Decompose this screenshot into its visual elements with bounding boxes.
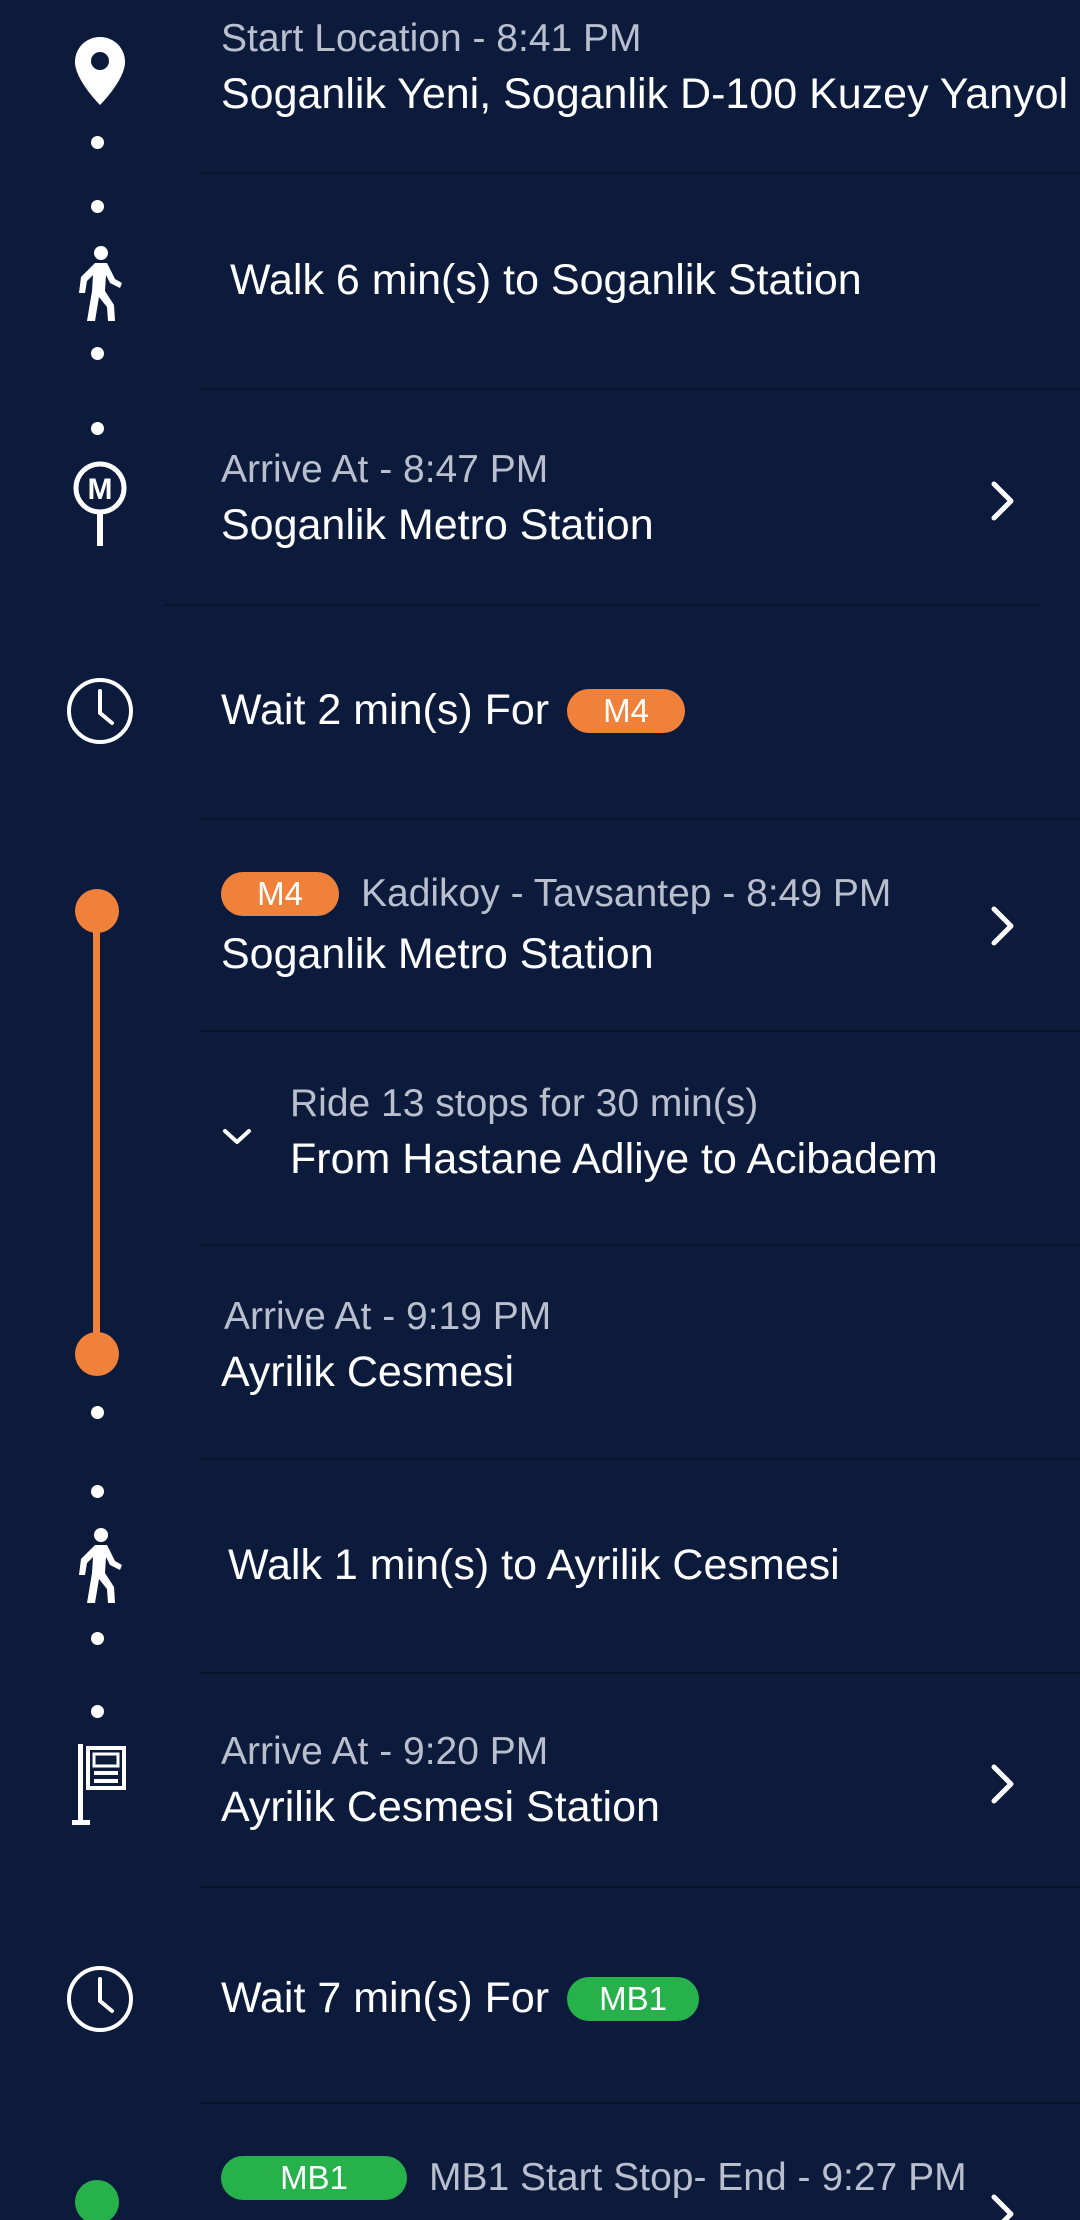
timeline-dot <box>91 1705 104 1718</box>
bus-stop-icon <box>55 1740 145 1826</box>
walking-person-icon <box>55 244 145 324</box>
svg-text:M: M <box>88 473 113 506</box>
location-pin-icon <box>55 30 145 112</box>
route-direction-time: Kadikoy - Tavsantep - 8:49 PM <box>361 872 892 915</box>
timeline-dot <box>91 347 104 360</box>
timeline-dot <box>91 1406 104 1419</box>
ride-from-to: From Hastane Adliye to Acibadem <box>290 1135 938 1183</box>
timeline-dot <box>91 1632 104 1645</box>
station-name: Ayrilik Cesmesi <box>221 1348 515 1396</box>
line-badge-mb1: MB1 <box>567 1976 700 2021</box>
line-badge-m4: M4 <box>221 872 339 916</box>
step-start-location: Start Location - 8:41 PM Soganlik Yeni, … <box>0 0 1080 172</box>
wait-text: Wait 7 min(s) For <box>221 1974 550 2022</box>
step-walk-to-station: Walk 6 min(s) to Soganlik Station <box>0 174 1080 388</box>
chevron-right-icon[interactable] <box>985 904 1021 948</box>
metro-station-icon: M <box>55 460 145 548</box>
station-name: Soganlik Metro Station <box>221 930 654 978</box>
start-location-time: Start Location - 8:41 PM <box>221 17 642 60</box>
step-arrive-ayrilik: Arrive At - 9:19 PM Ayrilik Cesmesi <box>0 1246 1080 1458</box>
chevron-right-icon[interactable] <box>985 2192 1021 2220</box>
route-steps-screen: Start Location - 8:41 PM Soganlik Yeni, … <box>0 0 1080 2220</box>
step-ride-stops[interactable]: Ride 13 stops for 30 min(s) From Hastane… <box>0 1032 1080 1244</box>
ride-summary: Ride 13 stops for 30 min(s) <box>290 1082 759 1125</box>
timeline-dot <box>91 1485 104 1498</box>
step-arrive-metro-station[interactable]: M Arrive At - 8:47 PM Soganlik Metro Sta… <box>0 390 1080 604</box>
timeline-dot <box>91 200 104 213</box>
step-board-m4[interactable]: M4 Kadikoy - Tavsantep - 8:49 PM Soganli… <box>0 820 1080 1030</box>
wait-instruction: Wait 7 min(s) For MB1 <box>221 1974 700 2023</box>
route-header: M4 Kadikoy - Tavsantep - 8:49 PM <box>221 872 891 916</box>
timeline-dot <box>91 422 104 435</box>
arrival-time: Arrive At - 9:19 PM <box>224 1295 552 1338</box>
route-header: MB1 MB1 Start Stop- End - 9:27 PM <box>221 2156 967 2200</box>
chevron-right-icon[interactable] <box>985 479 1021 523</box>
line-badge-mb1: MB1 <box>221 2156 407 2200</box>
line-badge-m4: M4 <box>567 688 686 733</box>
walk-instruction: Walk 1 min(s) to Ayrilik Cesmesi <box>228 1541 840 1589</box>
mb1-start-node <box>75 2180 119 2220</box>
wait-text: Wait 2 min(s) For <box>221 686 550 734</box>
start-location-address: Soganlik Yeni, Soganlik D-100 Kuzey Yany… <box>221 70 1069 118</box>
step-walk-to-ayrilik: Walk 1 min(s) to Ayrilik Cesmesi <box>0 1460 1080 1672</box>
walk-instruction: Walk 6 min(s) to Soganlik Station <box>230 256 862 304</box>
route-direction-time: MB1 Start Stop- End - 9:27 PM <box>429 2156 967 2199</box>
clock-icon <box>55 1964 145 2034</box>
walking-person-icon <box>55 1526 145 1606</box>
station-name: Ayrilik Cesmesi Station <box>221 1783 660 1831</box>
step-wait-m4: Wait 2 min(s) For M4 <box>0 606 1080 818</box>
chevron-right-icon[interactable] <box>985 1762 1021 1806</box>
step-board-mb1[interactable]: MB1 MB1 Start Stop- End - 9:27 PM <box>0 2104 1080 2220</box>
arrival-time: Arrive At - 9:20 PM <box>221 1730 549 1773</box>
timeline-dot <box>91 136 104 149</box>
chevron-down-icon[interactable] <box>220 1125 256 1155</box>
wait-instruction: Wait 2 min(s) For M4 <box>221 686 686 735</box>
station-name: Soganlik Metro Station <box>221 501 654 549</box>
arrival-time: Arrive At - 8:47 PM <box>221 448 549 491</box>
step-arrive-ayrilik-station[interactable]: Arrive At - 9:20 PM Ayrilik Cesmesi Stat… <box>0 1674 1080 1886</box>
step-wait-mb1: Wait 7 min(s) For MB1 <box>0 1888 1080 2102</box>
clock-icon <box>55 676 145 746</box>
